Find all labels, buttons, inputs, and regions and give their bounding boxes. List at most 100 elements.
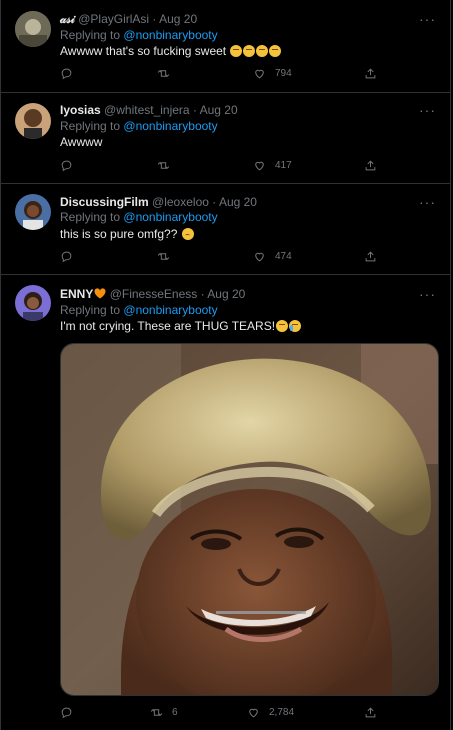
retweet-button[interactable] <box>157 159 179 172</box>
more-options-button[interactable]: ··· <box>419 195 436 209</box>
like-button[interactable]: 417 <box>253 159 292 172</box>
avatar[interactable] <box>15 194 51 230</box>
reply-icon <box>61 707 72 719</box>
like-button[interactable]: 2,784 <box>247 706 294 719</box>
more-options-button[interactable]: ··· <box>419 12 436 26</box>
tweet-header: ENNY @FinesseEness · Aug 20 <box>60 287 245 302</box>
retweet-icon <box>157 162 170 169</box>
avatar[interactable] <box>15 11 51 47</box>
reply-button[interactable] <box>60 159 82 172</box>
pleading-face-icon <box>181 228 194 240</box>
reply-button[interactable] <box>60 67 82 80</box>
timestamp[interactable]: Aug 20 <box>200 103 238 117</box>
crying-person-photo <box>61 344 438 695</box>
share-icon <box>365 707 376 718</box>
tweet-text: this is so pure omfg?? <box>60 227 194 242</box>
crying-face-icon <box>289 320 302 332</box>
retweet-button[interactable] <box>157 67 179 80</box>
reply-icon <box>61 251 72 263</box>
smiling-face-icon <box>269 45 282 57</box>
more-options-button[interactable]: ··· <box>419 103 436 117</box>
display-name[interactable]: ENNY <box>60 287 93 301</box>
username[interactable]: @FinesseEness <box>110 287 198 301</box>
mention-link[interactable]: @nonbinarybooty <box>123 210 217 224</box>
share-icon <box>365 251 376 262</box>
tweet[interactable]: DiscussingFilm @leoxeloo · Aug 20 ··· Re… <box>1 184 450 275</box>
tweet[interactable]: Iyosias @whitest_injera · Aug 20 ··· Rep… <box>1 93 450 184</box>
avatar-image <box>15 103 51 139</box>
tweet[interactable]: 𝒶𝓈𝒾 @PlayGirlAsi · Aug 20 ··· Replying t… <box>1 0 450 93</box>
smiling-face-icon <box>256 45 269 57</box>
share-button[interactable] <box>364 159 377 172</box>
tweet-header: Iyosias @whitest_injera · Aug 20 <box>60 103 238 118</box>
replying-to-label: Replying to <box>60 303 121 317</box>
smiling-face-icon <box>243 45 256 57</box>
like-count: 794 <box>275 68 292 79</box>
share-icon <box>365 160 376 171</box>
separator-dot: · <box>152 12 157 26</box>
mention-link[interactable]: @nonbinarybooty <box>123 28 217 42</box>
timestamp[interactable]: Aug 20 <box>207 287 245 301</box>
username[interactable]: @PlayGirlAsi <box>78 12 149 26</box>
avatar-image <box>15 285 51 321</box>
avatar[interactable] <box>15 103 51 139</box>
replying-to-label: Replying to <box>60 28 121 42</box>
tweet-text: Awwww that's so fucking sweet <box>60 44 282 59</box>
share-button[interactable] <box>364 706 377 719</box>
reply-button[interactable] <box>60 706 82 719</box>
tweet-text-content: this is so pure omfg?? <box>60 227 178 241</box>
display-name[interactable]: DiscussingFilm <box>60 195 149 209</box>
like-count: 417 <box>275 160 292 171</box>
reply-icon <box>61 160 72 172</box>
replying-to: Replying to @nonbinarybooty <box>60 28 218 43</box>
display-name[interactable]: 𝒶𝓈𝒾 <box>60 12 75 26</box>
more-options-button[interactable]: ··· <box>419 287 436 301</box>
tweet-text-content: Awwww <box>60 135 103 149</box>
retweet-button[interactable]: 6 <box>150 706 178 719</box>
timeline: 𝒶𝓈𝒾 @PlayGirlAsi · Aug 20 ··· Replying t… <box>0 0 451 730</box>
tweet-media-photo[interactable] <box>60 343 439 696</box>
heart-icon <box>255 252 264 262</box>
smiling-face-icon <box>230 45 243 57</box>
tweet-actions: 474 <box>60 250 380 266</box>
retweet-icon <box>157 70 170 77</box>
share-icon <box>365 68 376 79</box>
like-button[interactable]: 474 <box>253 250 292 263</box>
reply-button[interactable] <box>60 250 82 263</box>
retweet-button[interactable] <box>157 250 179 263</box>
share-button[interactable] <box>364 250 377 263</box>
heart-icon <box>249 708 258 718</box>
username[interactable]: @whitest_injera <box>104 103 190 117</box>
tweet-text: I'm not crying. These are THUG TEARS! <box>60 319 302 334</box>
replying-to: Replying to @nonbinarybooty <box>60 119 218 134</box>
username[interactable]: @leoxeloo <box>152 195 209 209</box>
separator-dot: · <box>200 287 205 301</box>
mention-link[interactable]: @nonbinarybooty <box>123 119 217 133</box>
replying-to-label: Replying to <box>60 210 121 224</box>
like-count: 474 <box>275 251 292 262</box>
heart-icon <box>255 161 264 171</box>
tweet-text-content: Awwww that's so fucking sweet <box>60 44 227 58</box>
display-name[interactable]: Iyosias <box>60 103 101 117</box>
orange-heart-icon <box>94 288 106 299</box>
tweet-header: 𝒶𝓈𝒾 @PlayGirlAsi · Aug 20 <box>60 12 197 27</box>
share-button[interactable] <box>364 67 377 80</box>
tweet-text: Awwww <box>60 135 102 150</box>
replying-to: Replying to @nonbinarybooty <box>60 210 218 225</box>
tweet-header: DiscussingFilm @leoxeloo · Aug 20 <box>60 195 257 210</box>
timestamp[interactable]: Aug 20 <box>159 12 197 26</box>
replying-to: Replying to @nonbinarybooty <box>60 303 218 318</box>
like-count: 2,784 <box>269 707 295 718</box>
tweet-actions: 6 2,784 <box>60 706 380 722</box>
mention-link[interactable]: @nonbinarybooty <box>123 303 217 317</box>
retweet-count: 6 <box>172 707 178 718</box>
like-button[interactable]: 794 <box>253 67 292 80</box>
heart-icon <box>255 69 264 79</box>
timestamp[interactable]: Aug 20 <box>219 195 257 209</box>
avatar[interactable] <box>15 285 51 321</box>
separator-dot: · <box>192 103 197 117</box>
smiling-face-icon <box>276 320 289 332</box>
reply-icon <box>61 68 72 80</box>
tweet-actions: 417 <box>60 159 380 175</box>
retweet-icon <box>157 253 170 260</box>
